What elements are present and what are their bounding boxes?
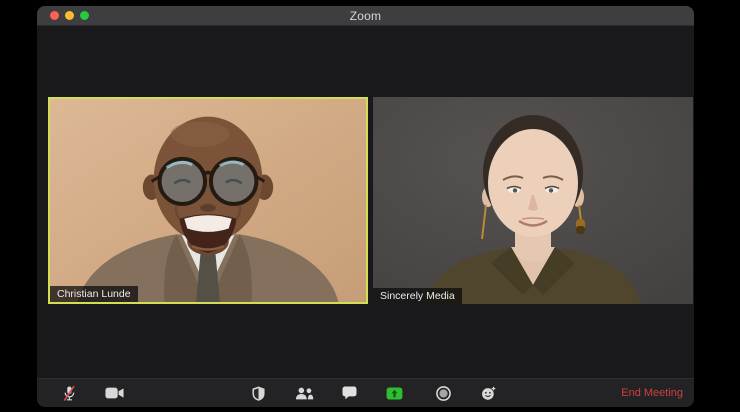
zoom-app-window: Zoom Christian Lunde Sincerely Media End…: [37, 6, 694, 407]
video-grid: Christian Lunde Sincerely Media: [37, 26, 694, 378]
close-window-button[interactable]: [50, 11, 59, 20]
security-shield-icon: [251, 385, 265, 401]
fullscreen-window-button[interactable]: [80, 11, 89, 20]
microphone-muted-icon: [63, 385, 75, 401]
participants-icon: [295, 387, 313, 399]
traffic-lights: [50, 6, 89, 25]
chat-button[interactable]: [336, 379, 362, 407]
security-button[interactable]: [245, 379, 271, 407]
reactions-icon: [481, 386, 495, 400]
window-titlebar[interactable]: Zoom: [37, 6, 694, 26]
video-tile-sincerely-media[interactable]: Sincerely Media: [373, 97, 693, 304]
microphone-button[interactable]: [56, 379, 82, 407]
record-icon: [435, 385, 451, 401]
share-screen-icon: [386, 386, 402, 400]
reactions-button[interactable]: [475, 379, 501, 407]
chat-icon: [341, 386, 356, 400]
participants-button[interactable]: [291, 379, 317, 407]
meeting-toolbar: End Meeting: [37, 378, 694, 407]
share-screen-button[interactable]: [381, 379, 407, 407]
video-tile-christian-lunde[interactable]: Christian Lunde: [48, 97, 368, 304]
end-meeting-button[interactable]: End Meeting: [621, 379, 683, 407]
video-button[interactable]: [101, 379, 127, 407]
portrait-man-illustration: [50, 99, 366, 302]
video-camera-icon: [104, 387, 124, 399]
participant-name-label: Sincerely Media: [373, 288, 462, 304]
minimize-window-button[interactable]: [65, 11, 74, 20]
participant-name-label: Christian Lunde: [50, 286, 138, 302]
portrait-woman-illustration: [373, 97, 693, 304]
window-title: Zoom: [349, 8, 382, 23]
record-button[interactable]: [430, 379, 456, 407]
